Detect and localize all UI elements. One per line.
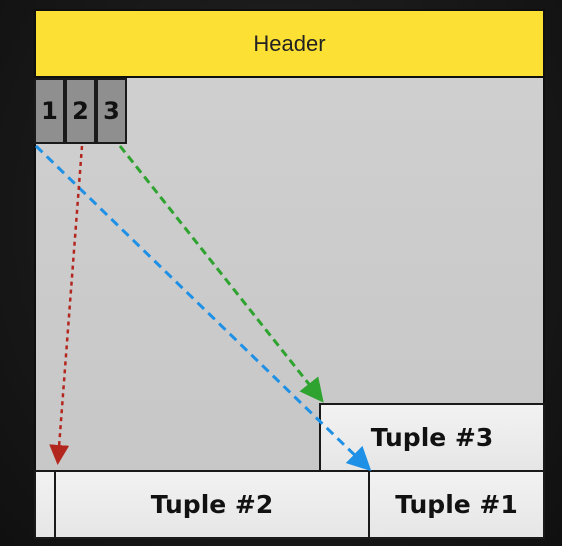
tuple-2: Tuple #2 xyxy=(54,470,370,539)
tuple-1: Tuple #1 xyxy=(368,470,545,539)
page-header: Header xyxy=(34,9,545,78)
free-space-fragment xyxy=(34,470,56,539)
tuple-1-label: Tuple #1 xyxy=(395,490,518,519)
header-label: Header xyxy=(253,30,326,56)
slot-3-label: 3 xyxy=(103,97,120,125)
slot-1-label: 1 xyxy=(41,97,58,125)
tuple-3: Tuple #3 xyxy=(319,403,545,472)
tuple-2-label: Tuple #2 xyxy=(150,490,274,519)
tuple-3-label: Tuple #3 xyxy=(370,423,494,452)
slot-2-label: 2 xyxy=(72,97,89,125)
slide-canvas: Header 1 2 3 Tuple #3 Tuple #2 Tuple #1 xyxy=(0,0,562,546)
slot-3: 3 xyxy=(96,78,127,144)
slot-1: 1 xyxy=(34,78,65,144)
slot-2: 2 xyxy=(65,78,96,144)
